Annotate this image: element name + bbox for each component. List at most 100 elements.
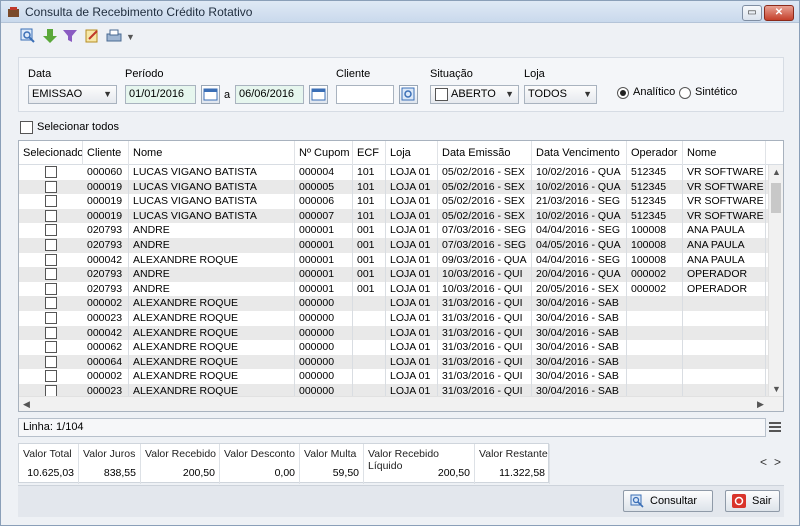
- table-cell: 30/04/2016 - SAB: [532, 311, 627, 326]
- row-checkbox[interactable]: [45, 282, 57, 295]
- select-all-checkbox[interactable]: [20, 121, 33, 134]
- row-checkbox[interactable]: [45, 370, 57, 383]
- periodo-to-input[interactable]: 06/06/2016: [235, 85, 304, 104]
- row-checkbox[interactable]: [45, 195, 57, 208]
- download-arrow-icon[interactable]: [41, 27, 59, 45]
- table-cell: LOJA 01: [386, 223, 438, 238]
- total-value: 838,55: [103, 467, 136, 479]
- table-cell: 000001: [295, 223, 353, 238]
- table-cell: 31/03/2016 - QUI: [438, 340, 532, 355]
- column-header[interactable]: Data Vencimento: [532, 141, 627, 165]
- consultar-button[interactable]: Consultar: [623, 490, 713, 512]
- table-row[interactable]: 000062 ALEXANDRE ROQUE 000000 LOJA 01 31/03/…: [19, 340, 769, 355]
- column-header[interactable]: Loja: [386, 141, 438, 165]
- row-checkbox[interactable]: [45, 355, 57, 368]
- table-cell: 000019: [83, 194, 129, 209]
- prev-arrow-icon[interactable]: <: [760, 455, 767, 469]
- print-icon[interactable]: [105, 27, 123, 45]
- loja-label: Loja: [524, 68, 545, 80]
- row-checkbox[interactable]: [45, 312, 57, 324]
- analitico-radio[interactable]: [617, 87, 629, 99]
- total-column: Valor Total 10.625,03: [19, 444, 79, 484]
- vertical-scrollbar[interactable]: ▲ ▼: [768, 165, 783, 396]
- column-header[interactable]: Nº Cupom: [295, 141, 353, 165]
- sair-button[interactable]: Sair: [725, 490, 780, 512]
- table-cell: 512345: [627, 208, 683, 224]
- data-select[interactable]: EMISSAO ▼: [28, 85, 117, 104]
- row-checkbox[interactable]: [45, 180, 57, 193]
- row-checkbox[interactable]: [45, 297, 57, 310]
- close-window-button[interactable]: ✕: [764, 5, 794, 21]
- table-row[interactable]: 000060 LUCAS VIGANO BATISTA 000004 101 LOJA …: [19, 165, 769, 180]
- scroll-up-icon[interactable]: ▲: [772, 167, 781, 177]
- table-row[interactable]: 000064 ALEXANDRE ROQUE 000000 LOJA 01 31/03/…: [19, 354, 769, 370]
- table-row[interactable]: 000019 LUCAS VIGANO BATISTA 000007 101 LOJA …: [19, 208, 769, 224]
- table-cell: 512345: [627, 194, 683, 209]
- table-row[interactable]: 000042 ALEXANDRE ROQUE 000001 001 LOJA 01 09/…: [19, 252, 769, 268]
- row-checkbox[interactable]: [45, 268, 57, 281]
- table-row[interactable]: 000042 ALEXANDRE ROQUE 000000 LOJA 01 31/03/…: [19, 325, 769, 341]
- scroll-right-icon[interactable]: ▶: [757, 399, 764, 410]
- total-column: Valor Restante 11.322,58: [475, 444, 550, 484]
- column-header[interactable]: Data Emissão: [438, 141, 532, 165]
- data-label: Data: [28, 68, 52, 80]
- column-header[interactable]: ECF: [353, 141, 386, 165]
- table-row[interactable]: 000023 ALEXANDRE ROQUE 000000 LOJA 01 31/03/…: [19, 311, 769, 326]
- row-checkbox[interactable]: [45, 209, 57, 222]
- table-cell: 30/04/2016 - SAB: [532, 340, 627, 355]
- table-row[interactable]: 000002 ALEXANDRE ROQUE 000000 LOJA 01 31/03/…: [19, 296, 769, 311]
- column-header[interactable]: Nome: [129, 141, 295, 165]
- row-checkbox[interactable]: [45, 239, 57, 251]
- vertical-scroll-thumb[interactable]: [771, 183, 781, 213]
- table-cell: [627, 354, 683, 370]
- loja-select[interactable]: TODOS ▼: [524, 85, 597, 104]
- row-checkbox[interactable]: [45, 224, 57, 237]
- table-cell: 020793: [83, 267, 129, 282]
- print-dropdown-icon[interactable]: ▼: [126, 32, 135, 42]
- row-checkbox[interactable]: [45, 326, 57, 339]
- table-cell: [683, 311, 766, 326]
- table-cell: 101: [353, 208, 386, 224]
- calendar-to-icon[interactable]: [309, 85, 328, 104]
- next-arrow-icon[interactable]: >: [774, 455, 781, 469]
- table-cell: 000001: [295, 281, 353, 297]
- row-checkbox[interactable]: [45, 341, 57, 354]
- menu-icon[interactable]: [769, 422, 781, 432]
- filter-panel: Data EMISSAO ▼ Período 01/01/2016 a 06/06…: [18, 57, 784, 112]
- sintetico-radio[interactable]: [679, 87, 691, 99]
- edit-icon[interactable]: [83, 27, 101, 45]
- table-row[interactable]: 000019 LUCAS VIGANO BATISTA 000005 101 LOJA …: [19, 179, 769, 195]
- table-cell: 04/04/2016 - SEG: [532, 252, 627, 268]
- table-row[interactable]: 020793 ANDRE 000001 001 LOJA 01 07/03/2016 - …: [19, 238, 769, 253]
- scroll-down-icon[interactable]: ▼: [772, 384, 781, 394]
- table-cell: [683, 369, 766, 384]
- search-icon[interactable]: [19, 27, 37, 45]
- filter-icon[interactable]: [61, 27, 79, 45]
- restore-button[interactable]: ▭: [742, 5, 762, 21]
- table-cell: 04/05/2016 - QUA: [532, 238, 627, 253]
- column-header[interactable]: Selecionado: [19, 141, 83, 165]
- table-row[interactable]: 000019 LUCAS VIGANO BATISTA 000006 101 LOJA …: [19, 194, 769, 209]
- table-cell: OPERADOR: [683, 267, 766, 282]
- table-cell: 000062: [83, 340, 129, 355]
- column-header[interactable]: Operador: [627, 141, 683, 165]
- cliente-search-icon[interactable]: [399, 85, 418, 104]
- total-column: Valor Recebido Líquido 200,50: [364, 444, 475, 484]
- row-checkbox[interactable]: [45, 166, 57, 178]
- column-header[interactable]: Cliente: [83, 141, 129, 165]
- table-row[interactable]: 020793 ANDRE 000001 001 LOJA 01 10/03/2016 - …: [19, 267, 769, 282]
- table-row[interactable]: 000002 ALEXANDRE ROQUE 000000 LOJA 01 31/03/…: [19, 369, 769, 384]
- situacao-checkbox[interactable]: [435, 88, 448, 101]
- horizontal-scrollbar[interactable]: ◀ ▶: [19, 396, 783, 411]
- table-cell: LOJA 01: [386, 325, 438, 341]
- table-row[interactable]: 020793 ANDRE 000001 001 LOJA 01 07/03/2016 - …: [19, 223, 769, 238]
- column-header[interactable]: Nome: [683, 141, 766, 165]
- table-row[interactable]: 020793 ANDRE 000001 001 LOJA 01 10/03/2016 - …: [19, 281, 769, 297]
- scroll-left-icon[interactable]: ◀: [23, 399, 30, 410]
- calendar-from-icon[interactable]: [201, 85, 220, 104]
- situacao-select[interactable]: ABERTO ▼: [430, 85, 519, 104]
- cliente-input[interactable]: [336, 85, 394, 104]
- periodo-from-input[interactable]: 01/01/2016: [125, 85, 196, 104]
- row-checkbox[interactable]: [45, 253, 57, 266]
- table-cell: 000002: [83, 369, 129, 384]
